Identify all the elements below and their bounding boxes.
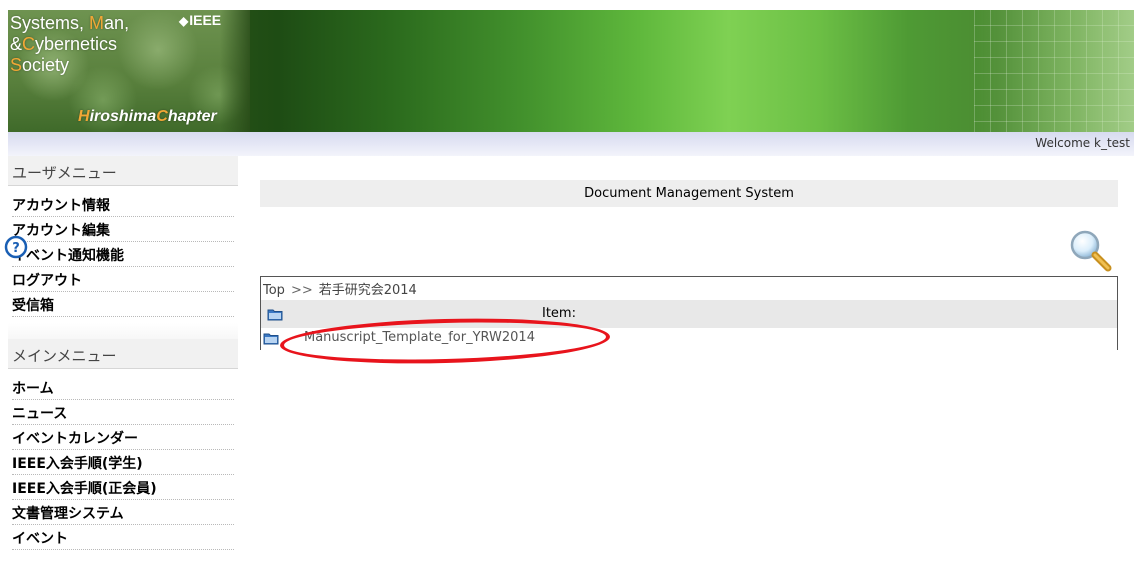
logo-letter: M: [89, 13, 105, 33]
file-link[interactable]: Manuscript_Template_for_YRW2014: [304, 330, 535, 345]
sidebar-item-account-info[interactable]: アカウント情報: [12, 192, 234, 217]
logo-letter: C: [22, 34, 36, 54]
sidebar-item-events[interactable]: イベント: [12, 525, 234, 550]
sidebar-item-home[interactable]: ホーム: [12, 375, 234, 400]
logo-letter: S: [10, 55, 23, 75]
sidebar-item-inbox[interactable]: 受信箱: [12, 292, 234, 317]
breadcrumb-current-folder: 若手研究会2014: [318, 283, 417, 298]
logo-chapter-name: HiroshimaChapter: [78, 108, 217, 126]
help-icon[interactable]: ?: [4, 235, 28, 259]
main-menu-list: ホーム ニュース イベントカレンダー IEEE入会手順(学生) IEEE入会手順…: [8, 369, 238, 556]
item-header-row: Item:: [261, 300, 1117, 328]
breadcrumb-separator: >>: [290, 283, 313, 298]
list-item[interactable]: Manuscript_Template_for_YRW2014: [261, 328, 1117, 350]
breadcrumb-top-link[interactable]: Top: [263, 283, 285, 298]
sidebar-item-news[interactable]: ニュース: [12, 400, 234, 425]
ieee-label: IEEE: [189, 12, 222, 28]
sidebar-item-document-management[interactable]: 文書管理システム: [12, 500, 234, 525]
logo-ampersand: &: [10, 34, 23, 54]
sidebar-item-ieee-join-student[interactable]: IEEE入会手順(学生): [12, 450, 234, 475]
banner-grid-decoration: [974, 10, 1134, 132]
folder-icon: [263, 332, 279, 349]
page-title: Document Management System: [260, 180, 1118, 207]
user-menu-list: アカウント情報 アカウント編集 イベント通知機能 ログアウト 受信箱: [8, 186, 238, 323]
welcome-text: Welcome k_test: [1035, 136, 1130, 150]
item-column-label: Item:: [542, 306, 576, 321]
site-banner: Systems, Man, &Cybernetics Society ◆IEEE…: [8, 10, 1134, 132]
sidebar-item-logout[interactable]: ログアウト: [12, 267, 234, 292]
logo-word: ociety: [22, 55, 70, 75]
site-logo[interactable]: Systems, Man, &Cybernetics Society ◆IEEE…: [8, 10, 250, 132]
logo-word: ystems,: [22, 13, 85, 33]
logo-letter: H: [78, 108, 90, 125]
sidebar-item-event-notification[interactable]: イベント通知機能: [12, 242, 234, 267]
main-menu-title: メインメニュー: [8, 339, 238, 369]
sidebar-item-ieee-join-member[interactable]: IEEE入会手順(正会員): [12, 475, 234, 500]
sidebar: ユーザメニュー アカウント情報 アカウント編集 イベント通知機能 ログアウト 受…: [8, 156, 238, 565]
ieee-logo: ◆IEEE: [179, 12, 221, 28]
logo-word: ybernetics: [35, 34, 118, 54]
folder-icon[interactable]: [267, 308, 283, 325]
sidebar-item-account-edit[interactable]: アカウント編集: [12, 217, 234, 242]
sidebar-item-event-calendar[interactable]: イベントカレンダー: [12, 425, 234, 450]
user-menu-title: ユーザメニュー: [8, 156, 238, 186]
logo-letter: C: [156, 108, 168, 125]
main-content: Document Management System: [260, 180, 1118, 207]
logo-word: iroshima: [89, 108, 157, 125]
breadcrumb: Top >> 若手研究会2014: [261, 277, 1117, 300]
menu-divider: [8, 323, 238, 339]
logo-word: an,: [104, 13, 130, 33]
magnifier-search-icon[interactable]: [1068, 228, 1112, 272]
logo-word: hapter: [167, 108, 217, 125]
svg-text:?: ?: [12, 241, 20, 256]
document-explorer: Top >> 若手研究会2014 Item: Manuscript_Template…: [260, 276, 1118, 350]
ieee-diamond-icon: ◆: [179, 14, 189, 28]
logo-letter: S: [10, 13, 23, 33]
welcome-bar: Welcome k_test: [8, 132, 1134, 156]
